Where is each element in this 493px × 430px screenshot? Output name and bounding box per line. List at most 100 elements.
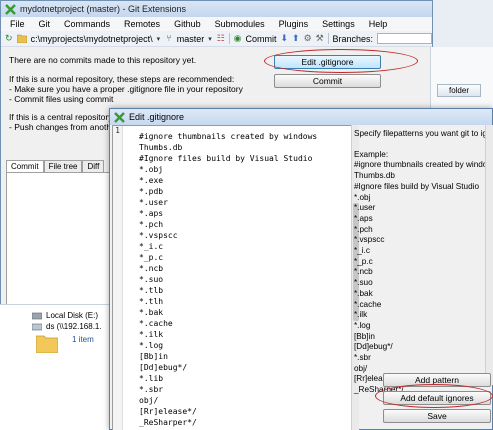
code-line: *.aps [139,209,164,218]
folder-button[interactable]: folder [437,84,481,97]
menu-commands[interactable]: Commands [64,19,110,29]
help-line: #ignore thumbnails created by windows [354,160,493,170]
git-extensions-icon [114,111,125,123]
branch-name[interactable]: master [177,34,205,44]
help-line: [Bb]in [354,331,375,341]
code-line: *_p.c [139,253,164,262]
code-line: *.sbr [139,385,164,394]
gitk-icon[interactable]: ⚙ [304,34,312,44]
menu-remotes[interactable]: Remotes [124,19,160,29]
push-icon[interactable]: ⬆ [292,34,300,44]
menu-github[interactable]: Github [174,19,201,29]
commit-toolbar-button[interactable]: Commit [245,34,276,44]
repository-path[interactable]: c:\myprojects\mydotnetproject\ [31,34,153,44]
git-extensions-icon [5,3,16,15]
folder-large-icon [35,333,59,355]
main-titlebar: mydotnetproject (master) - Git Extension… [1,1,432,17]
main-toolbar: ↻ c:\myprojects\mydotnetproject\ ▾ ⑂ mas… [1,31,432,47]
tab-panel [6,172,114,316]
help-line: *.cache [354,299,382,309]
code-line: *.user [139,198,168,207]
save-button[interactable]: Save [383,409,491,423]
add-default-ignores-button[interactable]: Add default ignores [383,391,491,405]
code-line: *.obj [139,165,164,174]
code-line: Thumbs.db [139,143,183,152]
commit-icon[interactable]: ◉ [234,34,242,44]
branch-dropdown-icon[interactable]: ▾ [208,35,213,43]
branches-label: Branches: [332,33,374,44]
folder-button-label: folder [448,86,469,95]
main-window-title: mydotnetproject (master) - Git Extension… [20,4,187,14]
help-line: *_p.c [354,256,373,266]
help-line: [Dd]ebug*/ [354,342,393,352]
tab-diff[interactable]: Diff [82,160,105,172]
help-line: *.obj [354,192,371,202]
local-disk-item[interactable]: Local Disk (E:) [32,311,98,320]
menu-bar: File Git Commands Remotes Github Submodu… [1,17,432,31]
code-line: [Bb]in [139,352,168,361]
refresh-icon[interactable]: ↻ [5,34,13,44]
folder-icon[interactable] [16,34,27,44]
code-line: *.pdb [139,187,164,196]
menu-git[interactable]: Git [39,19,51,29]
line-number: 1 [115,126,120,135]
help-line: Specify filepatterns you want git to ign… [354,129,493,138]
help-scrollbar[interactable] [485,125,493,385]
code-line: *.exe [139,176,164,185]
commit-button[interactable]: Commit [274,74,381,88]
code-line: [Dd]ebug*/ [139,363,188,372]
code-line: *.log [139,341,164,350]
menu-submodules[interactable]: Submodules [215,19,265,29]
edit-gitignore-dialog: Edit .gitignore 1 #ignore thumbnails cre… [109,108,493,430]
code-line: *_i.c [139,242,164,251]
branches-filter-input[interactable] [377,33,432,44]
menu-plugins[interactable]: Plugins [279,19,309,29]
tab-file-tree[interactable]: File tree [43,160,83,172]
help-line: *_i.c [354,246,370,256]
code-line: *.suo [139,275,164,284]
dialog-title: Edit .gitignore [129,112,185,122]
help-line: Thumbs.db [354,171,395,181]
settings-icon[interactable]: ⚒ [316,34,324,44]
menu-file[interactable]: File [10,19,25,29]
code-line: _ReSharper*/ [139,418,197,427]
help-text: Specify filepatterns you want git to ign… [354,129,493,396]
toolbar-separator [228,33,230,44]
gitignore-text[interactable]: #ignore thumbnails created by windows Thu… [139,131,317,430]
help-line: *.ncb [354,267,373,277]
menu-help[interactable]: Help [369,19,388,29]
code-line: #ignore thumbnails created by windows [139,132,318,141]
gitignore-editor[interactable]: 1 #ignore thumbnails created by windows T… [112,125,352,430]
branch-icon: ⑂ [166,33,172,43]
path-dropdown-icon[interactable]: ▾ [157,35,162,43]
local-disk-label: Local Disk (E:) [46,311,99,320]
help-line: Example: [354,149,389,159]
help-line: *.suo [354,278,373,288]
tab-strip: Commit File tree Diff [6,160,105,172]
help-line: *.ilk [354,310,368,320]
help-line: *.vspscc [354,235,385,245]
code-line: #Ignore files build by Visual Studio [139,154,313,163]
normal-repo-text: If this is a normal repository, these st… [9,74,235,84]
network-drive-item[interactable]: ds (\\192.168.1. [32,322,102,331]
code-line: *.pch [139,220,164,229]
toolbar-separator-2 [327,33,329,44]
pull-icon[interactable]: ⬇ [280,34,288,44]
network-drive-icon [32,323,42,330]
code-line: *.cache [139,319,173,328]
line-number-gutter: 1 [113,126,123,430]
help-line: *.bak [354,288,373,298]
stash-icon[interactable]: ☷ [217,34,225,44]
add-pattern-button[interactable]: Add pattern [383,373,491,387]
code-line: *.tlb [139,286,164,295]
help-line: *.log [354,320,371,330]
menu-settings[interactable]: Settings [322,19,355,29]
item-count: 1 item [72,335,94,344]
no-commits-text: There are no commits made to this reposi… [9,55,197,65]
help-line: *.aps [354,213,373,223]
code-line: *.tlh [139,297,164,306]
edit-gitignore-button[interactable]: Edit .gitignore [274,55,381,69]
help-line: #Ignore files build by Visual Studio [354,181,480,191]
code-line: *.ncb [139,264,164,273]
tab-commit[interactable]: Commit [6,160,44,172]
